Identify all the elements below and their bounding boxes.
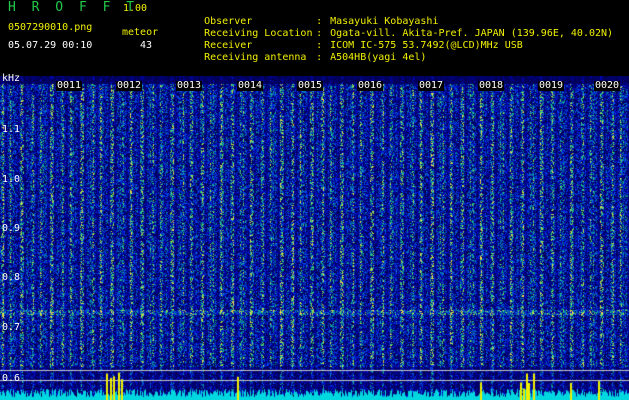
- app-version: 1.00: [123, 3, 148, 14]
- minute-label: 0016: [357, 80, 384, 91]
- minute-label: 0014: [237, 80, 264, 91]
- info-separator: :: [316, 52, 323, 63]
- y-tick-label: 0.9: [2, 223, 21, 234]
- minute-label: 0012: [116, 80, 143, 91]
- minute-label: 0018: [478, 80, 505, 91]
- info-value: A504HB(yagi 4el): [330, 52, 427, 63]
- y-tick-label: 1.1: [2, 124, 21, 135]
- minute-label: 0013: [176, 80, 203, 91]
- minute-label: 0020: [594, 80, 621, 91]
- y-tick-label: 0.7: [2, 322, 21, 333]
- info-row-antenna: Receiving antenna: A504HB(yagi 4el): [180, 40, 426, 76]
- spectrogram-overlay: 1.1 1.0 0.9 0.8 0.7 0.6 0011 0012 0013 0…: [0, 76, 629, 400]
- minute-label: 0019: [538, 80, 565, 91]
- app-title: H R O F F T: [8, 0, 139, 15]
- y-tick-label: 0.6: [2, 373, 21, 384]
- frequency-unit-label: kHz: [2, 73, 21, 84]
- y-tick-label: 0.8: [2, 272, 21, 283]
- meteor-count-value: 43: [140, 40, 153, 51]
- header-panel: H R O F F T 1.00 0507290010.png 05.07.29…: [0, 0, 629, 76]
- info-label: Receiving antenna: [204, 52, 307, 63]
- meteor-count-label: meteor: [122, 27, 159, 38]
- minute-label: 0011: [56, 80, 83, 91]
- minute-label: 0017: [418, 80, 445, 91]
- capture-datetime: 05.07.29 00:10: [8, 40, 93, 51]
- y-tick-label: 1.0: [2, 174, 21, 185]
- minute-label: 0015: [297, 80, 324, 91]
- image-filename: 0507290010.png: [8, 22, 93, 33]
